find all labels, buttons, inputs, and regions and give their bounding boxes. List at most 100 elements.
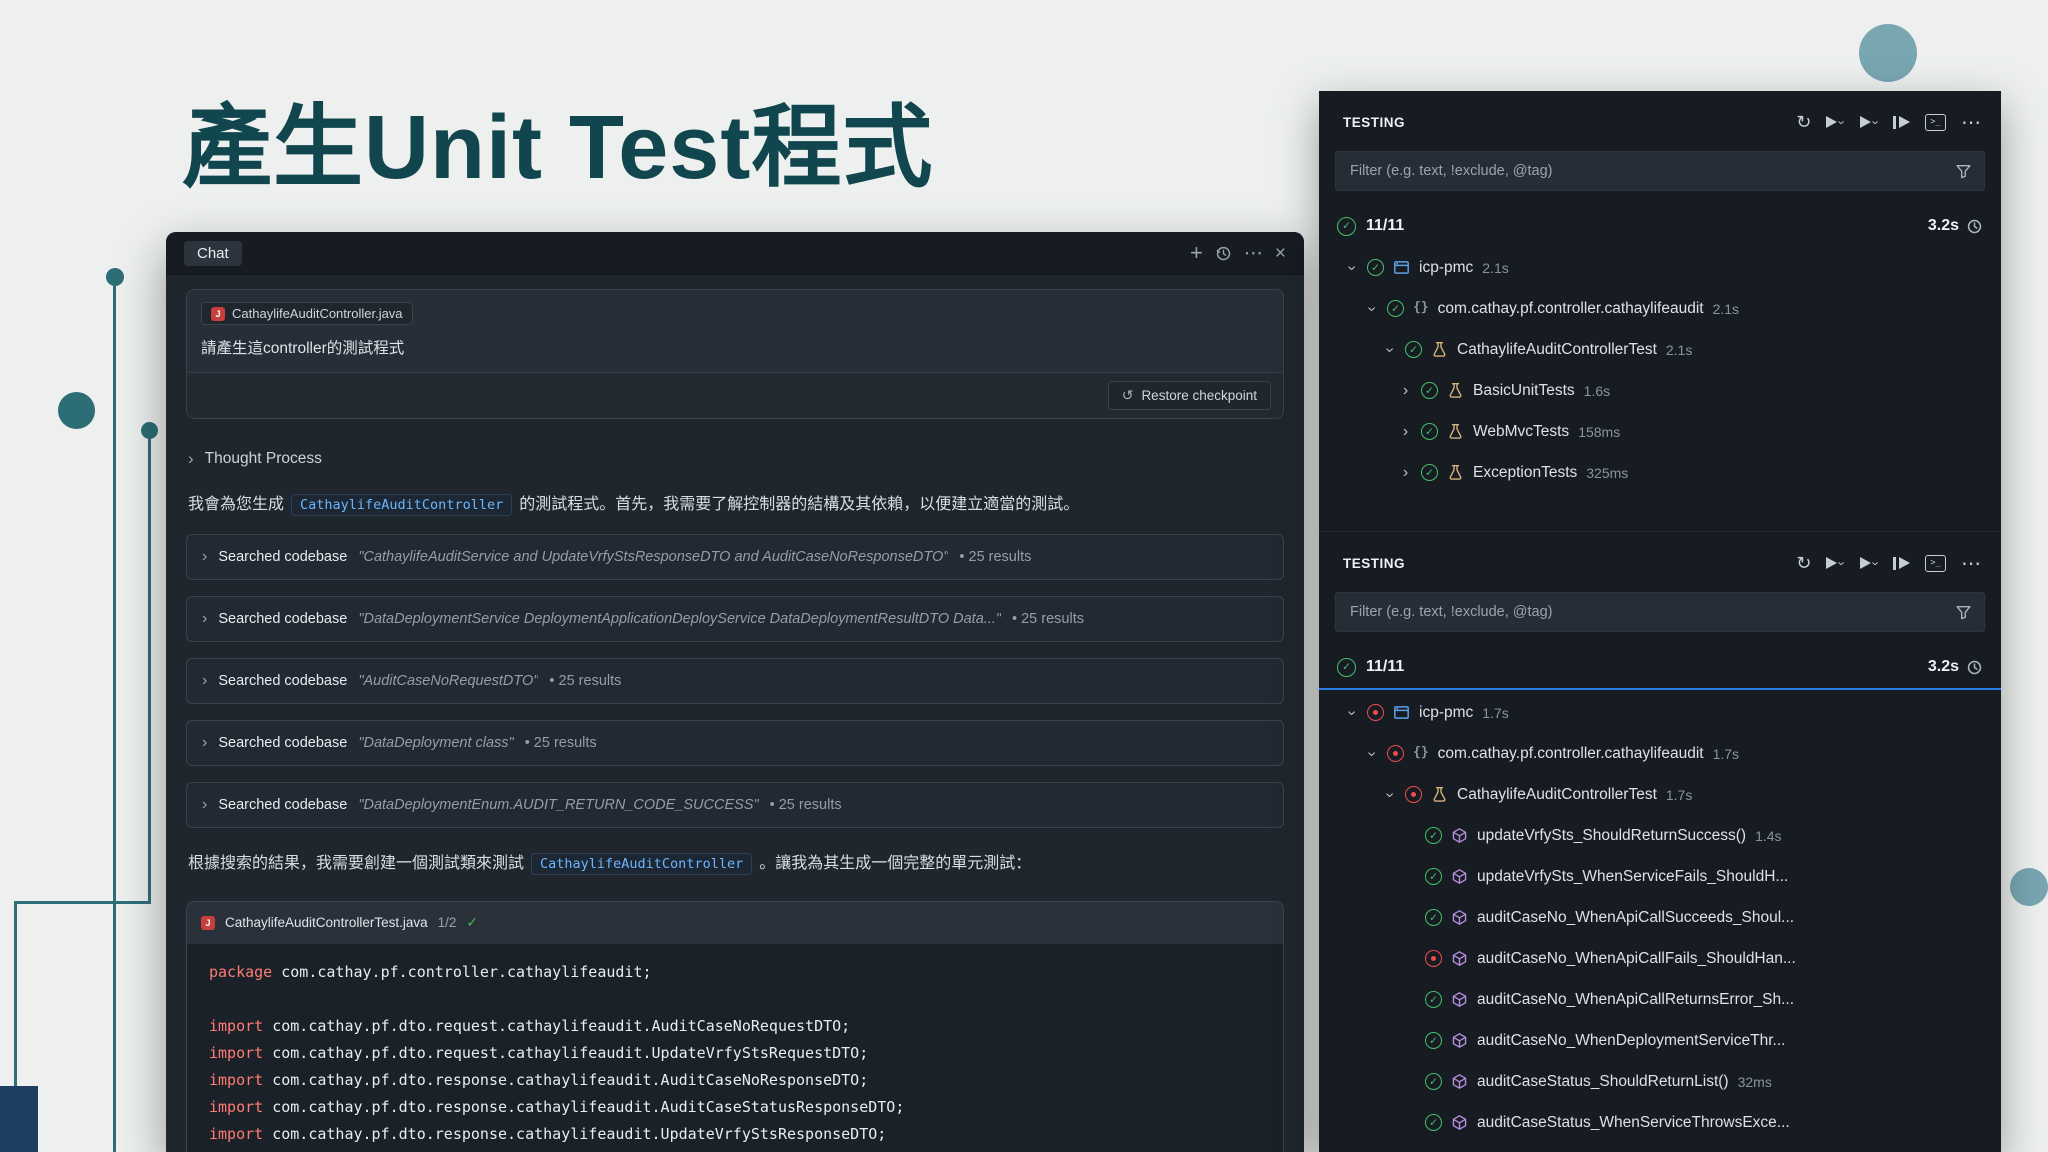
show-output-icon[interactable]: >_ <box>1925 554 1946 572</box>
java-file-icon: J <box>201 915 215 930</box>
copilot-chat-panel: Chat + ⋯ × J CathaylifeAuditController.j… <box>166 232 1304 1152</box>
attached-file-chip[interactable]: J CathaylifeAuditController.java <box>201 302 413 325</box>
test-pass-icon <box>1425 1073 1442 1090</box>
history-icon[interactable] <box>1215 245 1232 262</box>
run-tests-icon[interactable]: › <box>1826 556 1850 571</box>
test-tree-row[interactable]: auditCaseNo_WhenApiCallSucceeds_Shoul... <box>1319 897 2001 938</box>
test-status-row: 11/11 3.2s <box>1319 205 2001 247</box>
test-tree: › icp-pmc 2.1s › {} com.cathay.pf.contro… <box>1319 247 2001 497</box>
test-suite-icon <box>1447 464 1464 481</box>
test-tree-row[interactable]: auditCaseNo_WhenApiCallReturnsError_Sh..… <box>1319 979 2001 1020</box>
run-dropdown-chevron[interactable]: › <box>1835 561 1850 565</box>
test-filter-input[interactable] <box>1348 603 1947 621</box>
debug-dropdown-chevron[interactable]: › <box>1868 561 1883 565</box>
decor-navy-block <box>0 1086 38 1152</box>
test-tree-row[interactable]: updateVrfySts_WhenServiceFails_ShouldH..… <box>1319 856 2001 897</box>
test-elapsed: 3.2s <box>1927 658 1959 675</box>
testing-title: TESTING <box>1343 114 1406 130</box>
test-filter-input[interactable] <box>1348 162 1947 180</box>
test-pass-icon <box>1337 216 1356 236</box>
test-suite-icon <box>1447 382 1464 399</box>
chevron-down-icon[interactable]: › <box>1381 343 1399 356</box>
chevron-down-icon[interactable]: › <box>1343 706 1361 719</box>
chevron-down-icon[interactable]: › <box>1343 261 1361 274</box>
debug-tests-icon[interactable]: › <box>1859 556 1883 571</box>
test-tree-row[interactable]: auditCaseStatus_ShouldReturnList() 32ms <box>1319 1061 2001 1102</box>
test-tree-row[interactable]: › CathaylifeAuditControllerTest 2.1s <box>1319 329 2001 370</box>
test-tree-row[interactable]: › ExceptionTests 325ms <box>1319 452 2001 493</box>
test-pass-icon <box>1425 868 1442 885</box>
chat-body: J CathaylifeAuditController.java 請產生這con… <box>166 275 1304 1152</box>
chevron-right-icon[interactable]: › <box>1399 382 1412 400</box>
test-fail-icon <box>1405 786 1422 803</box>
test-pass-icon <box>1425 991 1442 1008</box>
test-suite-icon <box>1447 423 1464 440</box>
test-pass-icon <box>1387 300 1404 317</box>
assistant-paragraph-1: 我會為您生成 CathaylifeAuditController 的測試程式。首先，… <box>188 493 1282 518</box>
elapsed-clock-icon <box>1966 659 1983 676</box>
testing-title: TESTING <box>1343 555 1406 571</box>
code-block-header[interactable]: J CathaylifeAuditControllerTest.java 1/2… <box>187 901 1283 944</box>
more-actions-icon[interactable]: ⋯ <box>1961 551 1981 576</box>
test-tree-row[interactable]: › {} com.cathay.pf.controller.cathaylife… <box>1319 288 2001 329</box>
searched-codebase-row[interactable]: › Searched codebase "DataDeploymentServi… <box>186 595 1284 642</box>
test-method-icon <box>1451 950 1468 967</box>
inline-code-chip[interactable]: CathaylifeAuditController <box>291 494 513 516</box>
project-icon <box>1393 259 1410 276</box>
test-tree-row[interactable]: updateVrfySts_ShouldReturnSuccess() 1.4s <box>1319 815 2001 856</box>
close-icon[interactable]: × <box>1275 244 1286 263</box>
chevron-right-icon: › <box>188 449 194 468</box>
test-fail-icon <box>1367 704 1384 721</box>
decor-line-horizontal <box>14 901 151 904</box>
test-tree-row[interactable]: auditCaseStatus_WhenServiceThrowsExce... <box>1319 1102 2001 1143</box>
test-tree-row[interactable]: auditCaseNo_WhenDeploymentServiceThr... <box>1319 1020 2001 1061</box>
refresh-tests-icon[interactable]: ↻ <box>1796 112 1811 133</box>
test-method-icon <box>1451 1073 1468 1090</box>
thought-process-toggle[interactable]: › Thought Process <box>188 449 1282 469</box>
testing-header: TESTING ↻ › › >_ ⋯ <box>1319 544 2001 582</box>
test-tree-row[interactable]: › CathaylifeAuditControllerTest 1.7s <box>1319 774 2001 815</box>
run-with-coverage-icon[interactable] <box>1893 557 1910 570</box>
searched-codebase-row[interactable]: › Searched codebase "DataDeploymentEnum.… <box>186 781 1284 828</box>
run-tests-icon[interactable]: › <box>1826 115 1850 130</box>
debug-dropdown-chevron[interactable]: › <box>1868 120 1883 124</box>
namespace-icon: {} <box>1413 300 1429 315</box>
new-chat-icon[interactable]: + <box>1190 242 1203 264</box>
show-output-icon[interactable]: >_ <box>1925 113 1946 131</box>
chevron-right-icon: › <box>202 671 208 689</box>
run-dropdown-chevron[interactable]: › <box>1835 120 1850 124</box>
test-class-icon <box>1431 786 1448 803</box>
more-actions-icon[interactable]: ⋯ <box>1244 244 1263 263</box>
filter-funnel-icon[interactable] <box>1955 163 1972 180</box>
test-tree-row[interactable]: › BasicUnitTests 1.6s <box>1319 370 2001 411</box>
test-method-icon <box>1451 1114 1468 1131</box>
test-tree-row[interactable]: auditCaseNo_WhenApiCallFails_ShouldHan..… <box>1319 938 2001 979</box>
chevron-down-icon[interactable]: › <box>1381 788 1399 801</box>
searched-codebase-row[interactable]: › Searched codebase "CathaylifeAuditServ… <box>186 533 1284 580</box>
run-with-coverage-icon[interactable] <box>1893 116 1910 129</box>
debug-tests-icon[interactable]: › <box>1859 115 1883 130</box>
test-pass-icon <box>1367 259 1384 276</box>
test-tree-row[interactable]: › icp-pmc 2.1s <box>1319 247 2001 288</box>
chevron-down-icon[interactable]: › <box>1363 747 1381 760</box>
searched-codebase-row[interactable]: › Searched codebase "DataDeployment clas… <box>186 719 1284 766</box>
chevron-right-icon[interactable]: › <box>1399 423 1412 441</box>
refresh-tests-icon[interactable]: ↻ <box>1796 553 1811 574</box>
test-tree-row[interactable]: › WebMvcTests 158ms <box>1319 411 2001 452</box>
chevron-right-icon[interactable]: › <box>1399 464 1412 482</box>
chevron-down-icon[interactable]: › <box>1363 302 1381 315</box>
filter-funnel-icon[interactable] <box>1955 604 1972 621</box>
tab-chat[interactable]: Chat <box>184 240 242 266</box>
project-icon <box>1393 704 1410 721</box>
check-icon: ✓ <box>466 914 479 931</box>
restore-checkpoint-button[interactable]: ↺ Restore checkpoint <box>1107 381 1271 410</box>
elapsed-clock-icon <box>1966 218 1983 235</box>
inline-code-chip[interactable]: CathaylifeAuditController <box>531 852 753 875</box>
more-actions-icon[interactable]: ⋯ <box>1961 110 1981 135</box>
chevron-right-icon: › <box>202 609 208 627</box>
test-pass-icon <box>1421 464 1438 481</box>
testing-section-1: TESTING ↻ › › >_ ⋯ 11/11 3.2s › <box>1319 91 2001 497</box>
test-tree-row[interactable]: › icp-pmc 1.7s <box>1319 692 2001 733</box>
test-tree-row[interactable]: › {} com.cathay.pf.controller.cathaylife… <box>1319 733 2001 774</box>
searched-codebase-row[interactable]: › Searched codebase "AuditCaseNoRequestD… <box>186 657 1284 704</box>
